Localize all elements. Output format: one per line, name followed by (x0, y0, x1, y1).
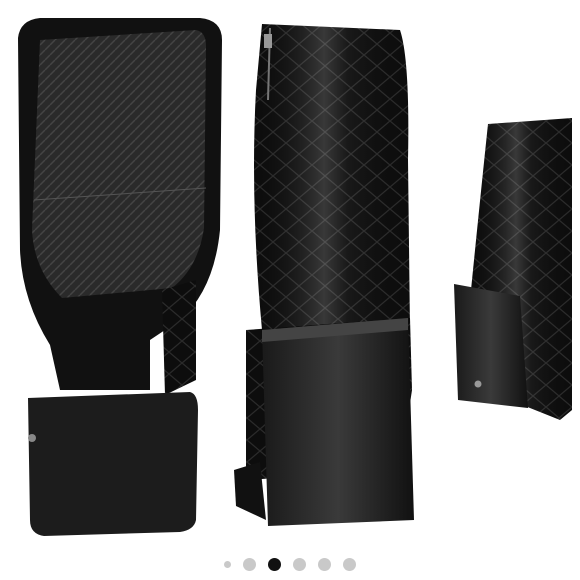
carousel-dot-5[interactable] (318, 557, 331, 571)
boot-illustration (18, 18, 572, 536)
carousel-pagination (0, 548, 580, 580)
carousel-dot-4[interactable] (293, 557, 306, 571)
side-view-boot (454, 118, 572, 420)
carousel-dot-1[interactable] (224, 560, 231, 568)
product-photo[interactable] (0, 0, 580, 548)
carousel-dot-2[interactable] (243, 557, 256, 571)
rear-view-boot (234, 24, 414, 526)
carousel-dot-3-active[interactable] (268, 557, 281, 571)
carousel-dot-6[interactable] (343, 557, 356, 571)
sole-view-boot (18, 18, 222, 536)
